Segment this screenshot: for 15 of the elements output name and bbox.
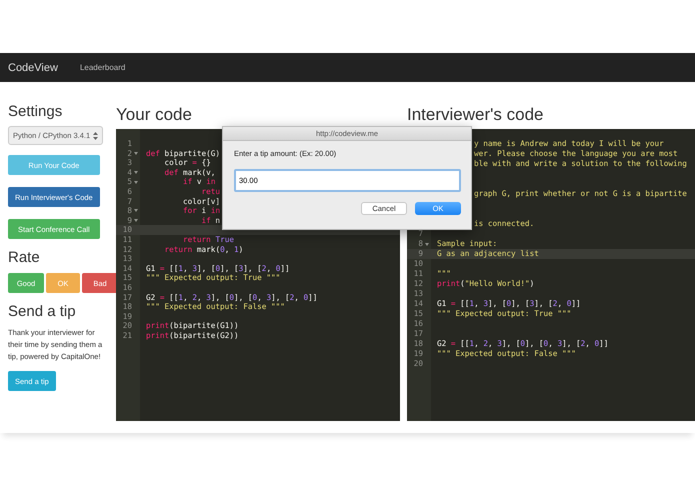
brand-link[interactable]: CodeView xyxy=(8,62,58,74)
settings-heading: Settings xyxy=(8,103,62,121)
code-editor[interactable] xyxy=(407,129,695,421)
tip-heading: Send a tip xyxy=(8,303,76,321)
editor-heading: Your code xyxy=(116,105,192,125)
select-caret-icon xyxy=(93,132,98,140)
fold-icon[interactable] xyxy=(134,171,138,174)
fold-icon[interactable] xyxy=(134,180,138,184)
fold-icon[interactable] xyxy=(424,242,428,246)
nav-link[interactable]: Leaderboard xyxy=(80,63,126,72)
fold-icon[interactable] xyxy=(134,219,138,222)
editor-heading: Interviewer's code xyxy=(407,105,544,125)
rate-heading: Rate xyxy=(8,249,40,267)
fold-icon[interactable] xyxy=(134,209,138,212)
fold-icon[interactable] xyxy=(134,152,138,155)
